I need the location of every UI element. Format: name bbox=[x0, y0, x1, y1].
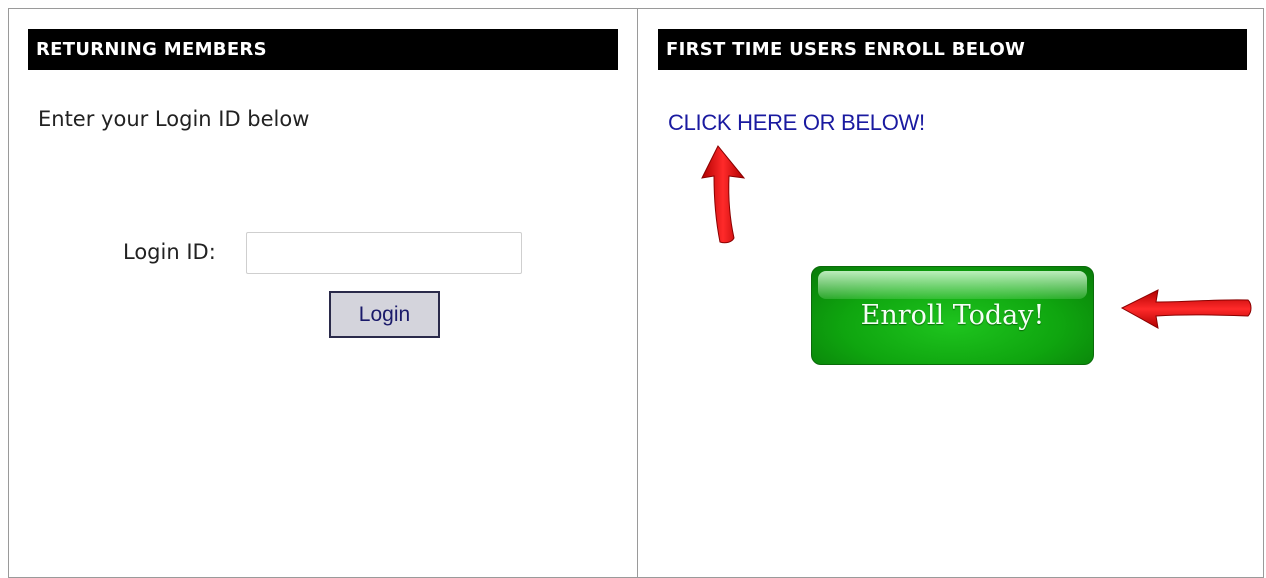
login-instructions: Enter your Login ID below bbox=[38, 107, 310, 131]
enroll-button-gloss bbox=[818, 271, 1087, 299]
returning-members-header: RETURNING MEMBERS bbox=[28, 29, 618, 70]
login-id-label: Login ID: bbox=[123, 240, 216, 264]
login-id-input[interactable] bbox=[246, 232, 522, 274]
panel-divider bbox=[637, 8, 638, 578]
click-here-link[interactable]: CLICK HERE OR BELOW! bbox=[668, 110, 925, 136]
login-button[interactable]: Login bbox=[329, 291, 440, 338]
first-time-users-header: FIRST TIME USERS ENROLL BELOW bbox=[658, 29, 1247, 70]
enroll-button-label: Enroll Today! bbox=[860, 300, 1045, 331]
enroll-today-button[interactable]: Enroll Today! bbox=[811, 266, 1094, 365]
